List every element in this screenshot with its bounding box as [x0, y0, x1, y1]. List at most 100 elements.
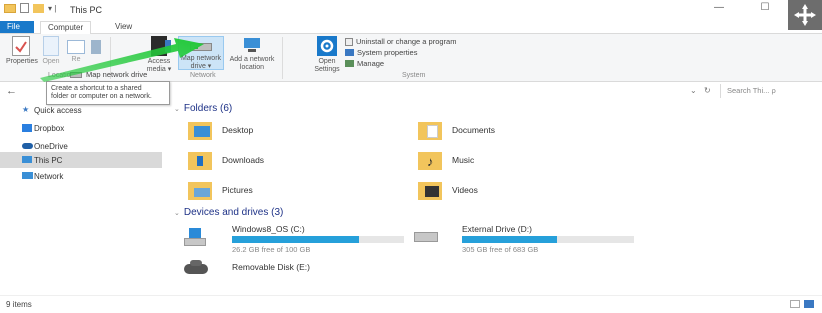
open-icon [43, 36, 59, 56]
cloud-icon [22, 143, 33, 149]
system-properties-button[interactable]: System properties [345, 48, 417, 57]
nav-item-label: Network [34, 171, 64, 181]
search-input[interactable]: Search Thi... ρ [720, 84, 818, 98]
back-button[interactable]: ← [6, 85, 17, 97]
manage-button[interactable]: Manage [345, 59, 384, 68]
folder-label: Pictures [222, 185, 253, 195]
add-network-location-label-1: Add a network [229, 56, 275, 63]
music-folder-icon: ♪ [418, 150, 442, 170]
network-drive-icon [70, 71, 82, 78]
removable-disk-icon [184, 258, 208, 276]
open-settings-label-1: Open [318, 58, 336, 65]
properties-icon [12, 36, 30, 56]
group-network-label: Network [190, 72, 216, 79]
folder-pictures[interactable]: Pictures [188, 180, 253, 200]
videos-folder-icon [418, 180, 442, 200]
properties-label: Properties [6, 58, 38, 65]
folders-group-title: Folders (6) [183, 103, 233, 114]
map-network-drive-menu-item[interactable]: Map network drive [70, 70, 147, 79]
gear-icon [317, 36, 337, 56]
ribbon-separator [282, 37, 283, 79]
rename-icon [67, 40, 85, 54]
tooltip-line-2: folder or computer on a network. [51, 93, 152, 100]
folder-label: Documents [452, 125, 495, 135]
drive-free-space: 305 GB free of 683 GB [462, 245, 539, 254]
network-icon [22, 172, 33, 179]
system-properties-icon [345, 49, 354, 56]
title-bar: ▾ | This PC — ☐ [0, 0, 822, 30]
group-system-label: System [402, 72, 426, 79]
nav-item-label: Dropbox [34, 123, 65, 133]
minimize-button[interactable]: — [708, 2, 730, 16]
documents-folder-icon [418, 120, 442, 140]
tooltip: Create a shortcut to a shared folder or … [46, 81, 170, 105]
large-icons-view-icon[interactable] [804, 300, 814, 308]
add-network-location-label-2: location [239, 64, 265, 71]
add-network-location-button[interactable]: Add a network location [226, 36, 278, 72]
folder-videos[interactable]: Videos [418, 180, 478, 200]
chevron-down-icon: ⌄ [174, 105, 180, 113]
new-folder-icon[interactable] [33, 3, 44, 13]
tab-view[interactable]: View [108, 21, 139, 33]
address-dropdown-button[interactable]: ⌄ [690, 86, 697, 95]
media-icon [151, 36, 171, 56]
folder-icon [4, 3, 16, 13]
open-button[interactable]: Open [38, 36, 64, 66]
navigation-pane: ★ Quick access Dropbox OneDrive This PC … [0, 100, 162, 295]
folder-label: Desktop [222, 125, 254, 135]
drive-label: Removable Disk (E:) [232, 262, 310, 272]
tab-computer[interactable]: Computer [40, 21, 92, 34]
system-properties-label: System properties [357, 48, 418, 57]
uninstall-label: Uninstall or change a program [356, 37, 457, 46]
devices-group-header[interactable]: ⌄ Devices and drives (3) [174, 207, 283, 218]
rename-button[interactable]: Re [64, 36, 88, 64]
refresh-button[interactable]: ↻ [704, 86, 711, 95]
windows-drive-icon [184, 228, 206, 246]
folder-music[interactable]: ♪ Music [418, 150, 474, 170]
map-network-drive-button[interactable]: Map network drive ▾ [178, 36, 224, 70]
desktop-folder-icon [188, 120, 212, 140]
drive-label: External Drive (D:) [462, 224, 532, 234]
folders-group-header[interactable]: ⌄ Folders (6) [174, 103, 232, 114]
folder-downloads[interactable]: Downloads [188, 150, 264, 170]
drive-label: Windows8_OS (C:) [232, 224, 305, 234]
network-drive-icon [190, 41, 212, 53]
map-network-drive-label-2: drive ▾ [190, 63, 212, 70]
nav-item-dropbox[interactable]: Dropbox [0, 120, 162, 136]
item-count: 9 items [6, 300, 32, 309]
quick-access-toolbar: ▾ | [4, 3, 56, 13]
properties-icon[interactable] [20, 3, 29, 13]
nav-item-this-pc[interactable]: This PC [0, 152, 162, 168]
details-view-icon[interactable] [790, 300, 800, 308]
manage-label: Manage [357, 59, 385, 68]
content-pane: ⌄ Folders (6) Desktop Documents Download… [162, 100, 822, 295]
properties-button[interactable]: Properties [6, 36, 38, 66]
maximize-button[interactable]: ☐ [754, 2, 776, 16]
folder-documents[interactable]: Documents [418, 120, 495, 140]
open-settings-button[interactable]: Open Settings [312, 36, 342, 74]
tab-file[interactable]: File [0, 21, 34, 33]
nav-item-network[interactable]: Network [0, 168, 162, 184]
folder-desktop[interactable]: Desktop [188, 120, 253, 140]
network-location-icon [242, 36, 262, 54]
chevron-down-icon: ⌄ [174, 209, 180, 217]
uninstall-icon [345, 37, 353, 46]
access-media-button[interactable]: Access media ▾ [140, 36, 178, 74]
qat-dropdown[interactable]: ▾ | [48, 4, 56, 13]
drive-usage-fill [232, 236, 360, 243]
external-drive-icon [414, 232, 438, 242]
devices-group-title: Devices and drives (3) [183, 207, 284, 218]
status-bar: 9 items [0, 295, 822, 313]
manage-icon [345, 60, 354, 67]
dropbox-icon [22, 124, 32, 132]
access-media-label-1: Access [147, 58, 171, 65]
pictures-folder-icon [188, 180, 212, 200]
open-label: Open [42, 58, 60, 65]
downloads-folder-icon [188, 150, 212, 170]
rename-label: Re [71, 56, 81, 63]
tooltip-line-1: Create a shortcut to a shared [51, 85, 142, 92]
nav-item-label: OneDrive [34, 141, 68, 151]
uninstall-program-button[interactable]: Uninstall or change a program [345, 37, 456, 46]
open-settings-label-2: Settings [314, 66, 340, 73]
folder-label: Music [452, 155, 475, 165]
